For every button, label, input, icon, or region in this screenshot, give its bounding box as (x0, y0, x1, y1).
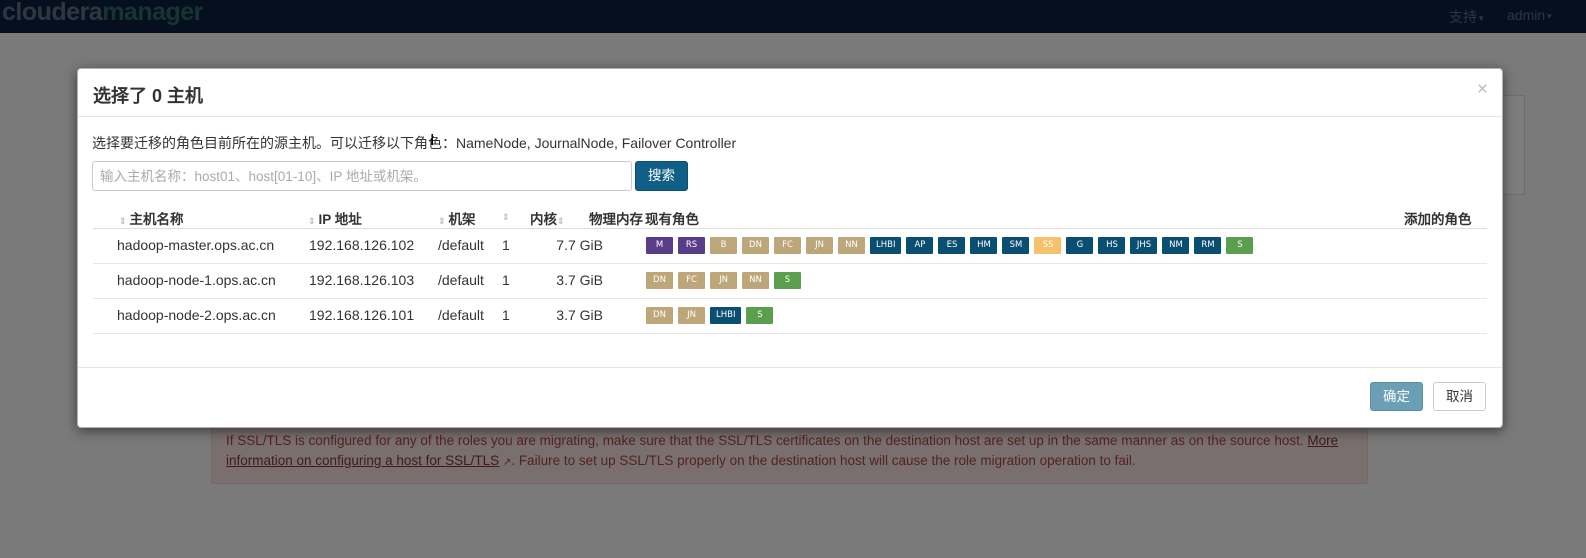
column-hostname-label: 主机名称 (129, 212, 184, 227)
role-badge[interactable]: AP (906, 237, 934, 254)
role-badge[interactable]: HS (1098, 237, 1126, 254)
sort-icon: ⇕ (438, 216, 446, 226)
role-badge[interactable]: DN (646, 272, 673, 289)
role-badge[interactable]: S (1226, 237, 1254, 254)
column-ip-label: IP 地址 (318, 212, 362, 227)
cell-cores: 1 (502, 237, 510, 253)
cell-cores: 1 (502, 272, 510, 288)
role-badge[interactable]: NM (1162, 237, 1190, 254)
column-cores[interactable]: ⇕ (502, 208, 513, 223)
column-added-roles: 添加的角色 (1404, 208, 1472, 228)
role-badge[interactable]: M (646, 237, 673, 254)
role-badge[interactable]: S (746, 307, 774, 324)
role-badge[interactable]: RS (678, 237, 705, 254)
dialog-title: 选择了 0 主机 (93, 86, 204, 106)
column-rack[interactable]: ⇕ 机架 (438, 208, 476, 228)
column-hostname[interactable]: ⇕ 主机名称 (119, 208, 184, 228)
dialog-footer: 确定 取消 (78, 367, 1502, 428)
column-memory[interactable]: 物理内存 (589, 208, 643, 228)
role-badge[interactable]: JN (710, 272, 737, 289)
cell-cores: 1 (502, 307, 510, 323)
cell-hostname: hadoop-node-2.ops.ac.cn (117, 307, 276, 323)
column-memory-label: 物理内存 (589, 212, 643, 227)
table-row[interactable]: hadoop-master.ops.ac.cn 192.168.126.102/d… (93, 229, 1487, 264)
cell-memory: 3.7 GiB (556, 272, 603, 288)
role-badge[interactable]: FC (678, 272, 705, 289)
column-existing-roles: 现有角色 (645, 208, 699, 228)
role-badge[interactable]: JN (678, 307, 705, 324)
cell-ip: 192.168.126.102 (309, 237, 415, 253)
cell-ip: 192.168.126.103 (309, 272, 415, 288)
role-badge[interactable]: NN (838, 237, 865, 254)
role-badge[interactable]: HM (970, 237, 998, 254)
role-badge[interactable]: DN (742, 237, 769, 254)
role-badge[interactable]: DN (646, 307, 673, 324)
dialog-header: 选择了 0 主机 × (78, 69, 1502, 117)
cell-memory: 7.7 GiB (556, 237, 603, 253)
cell-hostname: hadoop-master.ops.ac.cn (117, 237, 275, 253)
confirm-button[interactable]: 确定 (1370, 382, 1423, 411)
role-badge[interactable]: LHBI (870, 237, 902, 254)
cell-ip: 192.168.126.101 (309, 307, 415, 323)
cell-hostname: hadoop-node-1.ops.ac.cn (117, 272, 276, 288)
sort-icon: ⇕ (308, 216, 316, 226)
cell-rack: /default (438, 237, 484, 253)
role-badge[interactable]: NN (742, 272, 769, 289)
select-hosts-dialog: 选择了 0 主机 × 选择要迁移的角色目前所在的源主机。可以迁移以下角色：Nam… (77, 68, 1503, 428)
table-row[interactable]: hadoop-node-1.ops.ac.cn 192.168.126.103/d… (93, 264, 1487, 299)
hosts-table-body: hadoop-master.ops.ac.cn 192.168.126.102/d… (93, 229, 1487, 334)
role-badge[interactable]: SS (1034, 237, 1062, 254)
role-badge[interactable]: SM (1002, 237, 1030, 254)
column-cores-label-wrap[interactable]: 内核⇕ (530, 208, 568, 228)
sort-icon: ⇕ (557, 216, 565, 226)
role-badge[interactable]: LHBI (710, 307, 742, 324)
column-existing-roles-label: 现有角色 (645, 212, 699, 227)
cell-memory: 3.7 GiB (556, 307, 603, 323)
cancel-button[interactable]: 取消 (1433, 382, 1486, 411)
cell-rack: /default (438, 307, 484, 323)
role-badge[interactable]: G (1066, 237, 1094, 254)
column-cores-label: 内核 (530, 212, 557, 227)
role-badge[interactable]: JN (806, 237, 833, 254)
role-badge[interactable]: FC (774, 237, 801, 254)
sort-icon: ⇕ (502, 212, 510, 222)
role-badge[interactable]: S (774, 272, 801, 289)
host-search-input[interactable] (92, 161, 632, 191)
cell-existing-roles: DN FC JN NN S (646, 269, 806, 289)
column-added-roles-label: 添加的角色 (1404, 212, 1472, 227)
column-rack-label: 机架 (448, 212, 476, 227)
hosts-table-header: ⇕ 主机名称 ⇕ IP 地址 ⇕ 机架 ⇕ 内核⇕ 物理内存 现有角色 添加的角色 (93, 203, 1487, 229)
column-ip[interactable]: ⇕ IP 地址 (308, 208, 362, 228)
cell-existing-roles: M RS B DN FC JN NN LHBI AP ES HM SM SS G HS JHS NM RM S (646, 234, 1258, 254)
role-badge[interactable]: RM (1194, 237, 1222, 254)
text-cursor-icon: I (430, 131, 435, 149)
role-badge[interactable]: B (710, 237, 737, 254)
search-button[interactable]: 搜索 (635, 161, 688, 191)
sort-icon: ⇕ (119, 216, 127, 226)
cell-rack: /default (438, 272, 484, 288)
cell-existing-roles: DN JN LHBI S (646, 304, 778, 324)
table-row[interactable]: hadoop-node-2.ops.ac.cn 192.168.126.101/d… (93, 299, 1487, 334)
close-icon[interactable]: × (1477, 79, 1488, 101)
role-badge[interactable]: ES (938, 237, 966, 254)
dialog-description: 选择要迁移的角色目前所在的源主机。可以迁移以下角色：NameNode, Jour… (92, 135, 737, 151)
role-badge[interactable]: JHS (1130, 237, 1158, 254)
